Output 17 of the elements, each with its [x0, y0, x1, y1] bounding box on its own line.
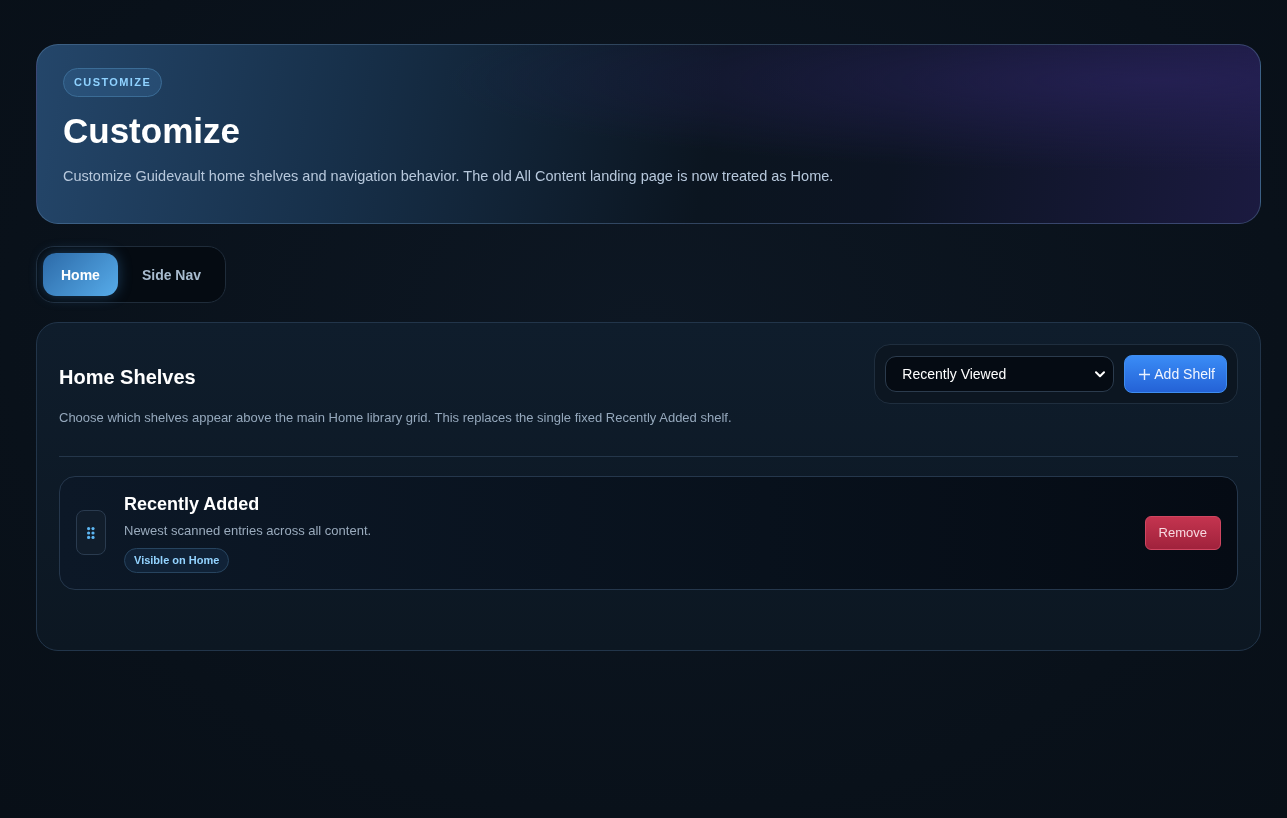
tab[interactable]: Side Nav	[123, 253, 220, 296]
page-description: Customize Guidevault home shelves and navigation behavior. The old All Content landing page is now treated as Home.	[63, 167, 834, 186]
page-title: Customize	[63, 110, 240, 152]
section-badge: CUSTOMIZE	[63, 68, 163, 97]
shelf-title: Recently Added	[124, 493, 260, 516]
shelf-description: Newest scanned entries across all content.	[124, 522, 372, 540]
chevron-down-icon	[1095, 370, 1106, 378]
drag-handle[interactable]	[76, 510, 106, 555]
plus-icon	[1139, 368, 1151, 380]
remove-button[interactable]: Remove	[1144, 515, 1221, 550]
shelf-select[interactable]: Recently Viewed	[885, 356, 1115, 392]
visibility-badge: Visible on Home	[124, 548, 230, 573]
panel-description: Choose which shelves appear above the main Home library grid. This replaces the single fixed Recently Added shelf.	[59, 409, 732, 427]
grip-dots-icon	[87, 526, 95, 539]
add-shelf-button[interactable]: Add Shelf	[1124, 355, 1227, 393]
panel-title: Home Shelves	[59, 365, 197, 390]
tab[interactable]: Home	[43, 253, 118, 296]
